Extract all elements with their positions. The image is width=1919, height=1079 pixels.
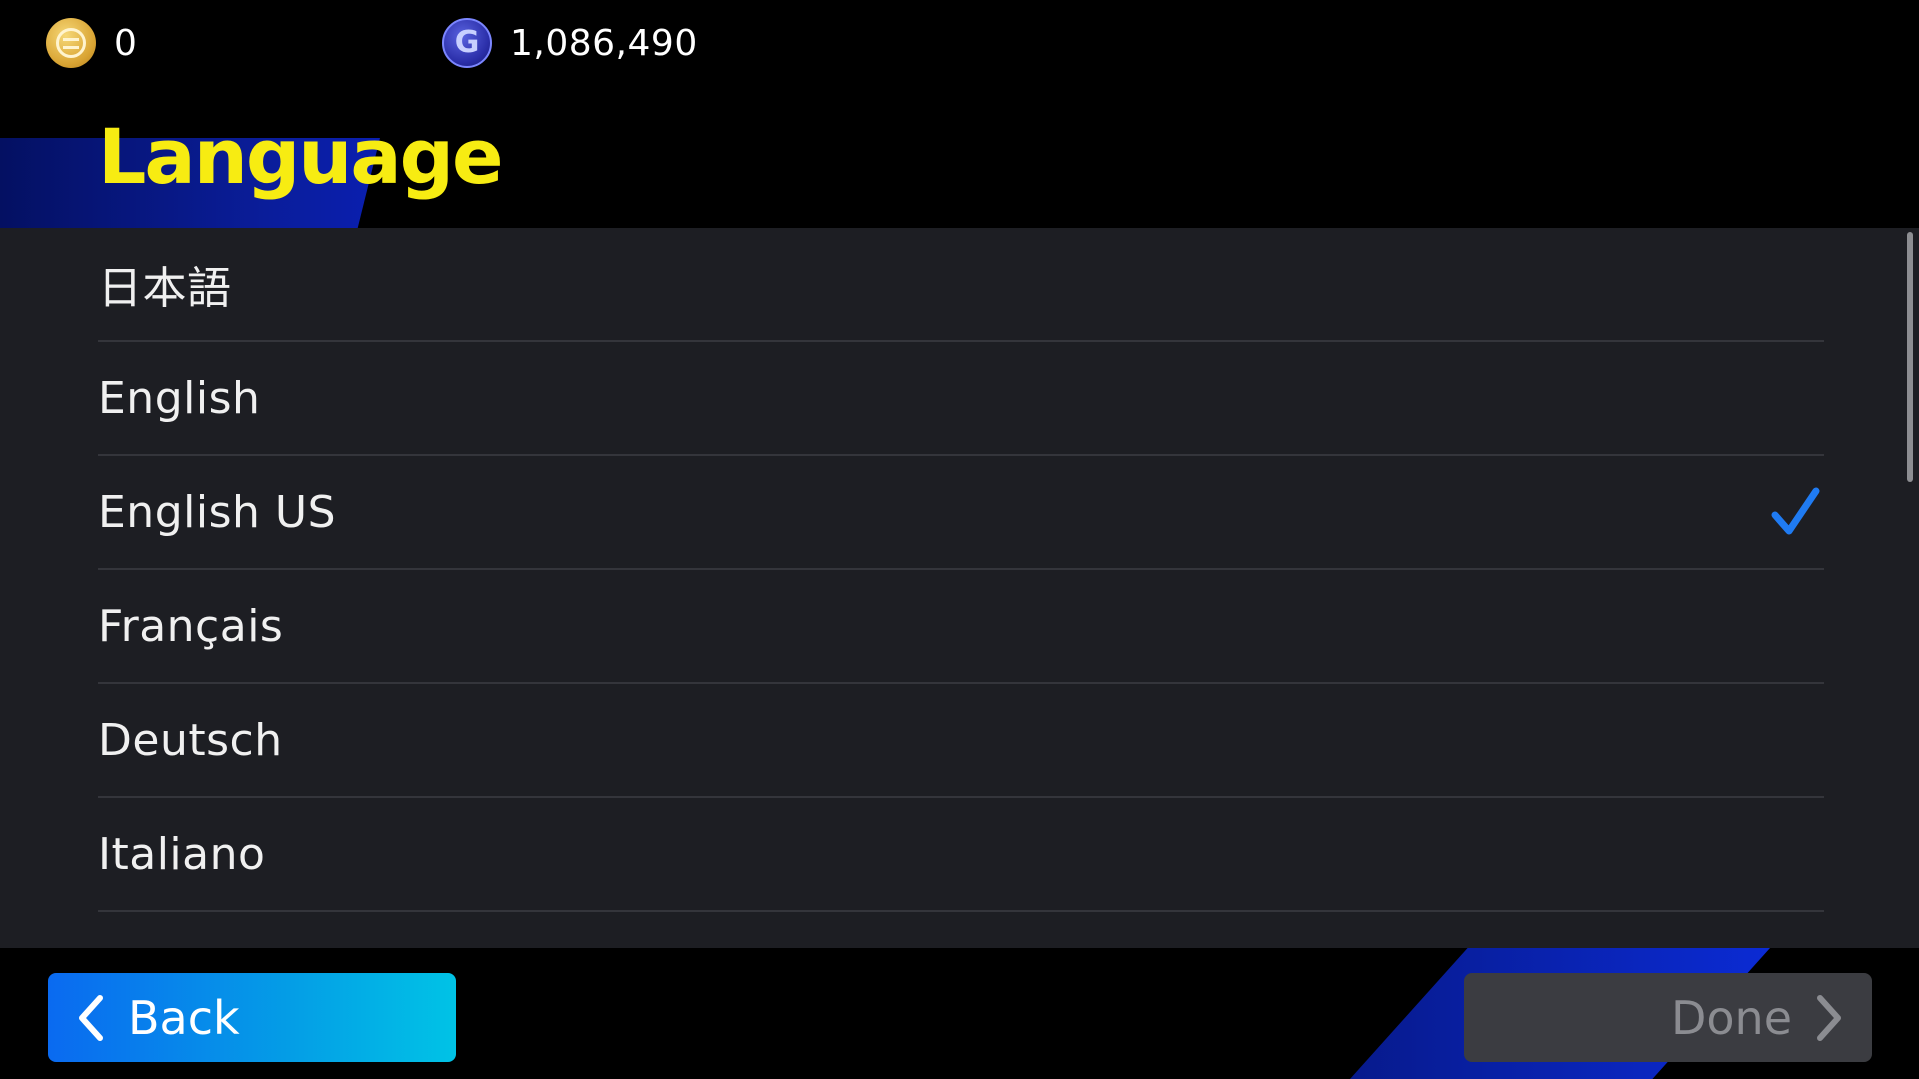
done-button[interactable]: Done <box>1464 973 1872 1062</box>
checkmark-icon <box>1771 487 1820 535</box>
gp-icon: G <box>442 18 492 68</box>
title-band: Language <box>0 90 1919 228</box>
ecoin-balance: 0 <box>46 16 137 70</box>
back-button[interactable]: Back <box>48 973 456 1062</box>
ecoin-icon <box>46 18 96 68</box>
scrollbar[interactable] <box>1907 232 1913 482</box>
language-list-panel: 日本語 English English US Français Deutsch Itali… <box>0 228 1919 948</box>
footer-bar: Back Done <box>0 948 1919 1079</box>
language-option[interactable]: English <box>98 342 1824 456</box>
language-option-label: Italiano <box>98 828 266 880</box>
language-option-label: English US <box>98 486 336 538</box>
chevron-left-icon <box>79 994 103 1041</box>
language-option-label: 日本語 <box>98 263 232 314</box>
language-option[interactable]: Français <box>98 570 1824 684</box>
language-option-label: English <box>98 372 261 424</box>
chevron-right-icon <box>1817 994 1841 1041</box>
done-button-label: Done <box>1670 990 1792 1045</box>
ecoin-value: 0 <box>114 22 138 64</box>
language-option-label: Deutsch <box>98 714 283 766</box>
language-list: 日本語 English English US Français Deutsch Itali… <box>98 228 1824 912</box>
gp-value: 1,086,490 <box>510 22 698 64</box>
page-title: Language <box>98 112 504 201</box>
language-option[interactable]: 日本語 <box>98 228 1824 342</box>
currency-bar: 0 G 1,086,490 <box>0 0 1919 90</box>
language-option[interactable]: Italiano <box>98 798 1824 912</box>
back-button-label: Back <box>128 990 240 1045</box>
language-option[interactable]: English US <box>98 456 1824 570</box>
language-option[interactable]: Deutsch <box>98 684 1824 798</box>
gp-balance: G 1,086,490 <box>442 16 698 70</box>
language-option-label: Français <box>98 600 284 652</box>
